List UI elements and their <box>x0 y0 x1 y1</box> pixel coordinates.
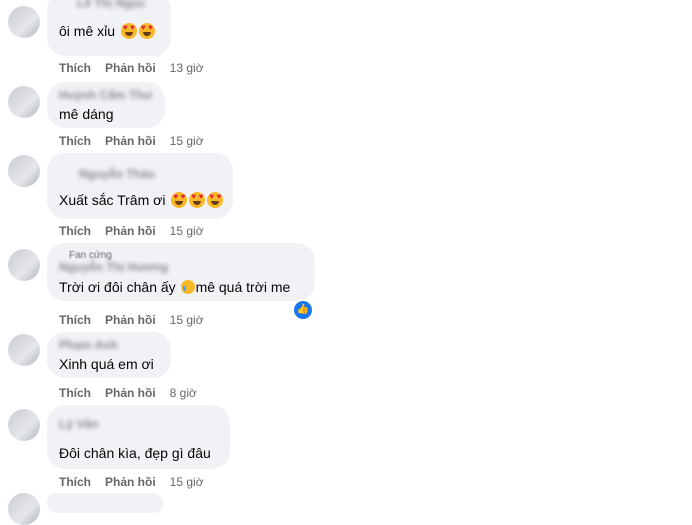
comment-text: Xuất sắc Trâm ơi <box>59 191 224 210</box>
heart-eyes-emoji-icon <box>207 192 224 208</box>
reply-action-link[interactable]: Phản hồi <box>105 224 156 238</box>
comment-bubble: Nguyễn Thảo Xuất sắc Trâm ơi <box>47 153 233 219</box>
comment-author[interactable]: Huỳnh Cẩm Thư <box>59 88 153 103</box>
avatar[interactable] <box>8 409 40 441</box>
comment-author[interactable]: Phạm Anh <box>59 338 159 353</box>
comment-timestamp[interactable]: 15 giờ <box>170 134 204 148</box>
reply-action-link[interactable]: Phản hồi <box>105 61 156 75</box>
comment-author[interactable]: Nguyễn Thị Hương <box>59 261 303 273</box>
comment-bubble: Fan cứng Nguyễn Thị Hương Trời ơi đôi ch… <box>47 243 315 301</box>
like-action-link[interactable]: Thích <box>59 313 91 327</box>
comment-text: Trời ơi đôi chân ấy mê quá trời me <box>59 278 303 297</box>
comment-author[interactable]: Lý Vân <box>59 417 218 432</box>
heart-eyes-emoji-icon <box>138 23 155 39</box>
comment-bubble: Lý Vân Đôi chân kìa, đẹp gì đâu <box>47 405 230 469</box>
avatar[interactable] <box>8 493 40 525</box>
comment-timestamp[interactable]: 15 giờ <box>170 224 204 238</box>
like-action-link[interactable]: Thích <box>59 224 91 238</box>
avatar[interactable] <box>8 86 40 118</box>
crying-emoji-icon <box>180 280 195 294</box>
comment-bubble: Huỳnh Cẩm Thư mê dáng <box>47 82 165 128</box>
comment-text-content: Trời ơi đôi chân ấy <box>59 279 180 295</box>
reply-action-link[interactable]: Phản hồi <box>105 313 156 327</box>
comment-bubble: Lê Thị Ngọc ôi mê xỉu <box>47 0 171 56</box>
avatar[interactable] <box>8 334 40 366</box>
like-icon[interactable]: 👍 <box>292 299 314 321</box>
comment-actions: Thích Phản hồi 8 giờ <box>59 386 197 400</box>
heart-eyes-emoji-icon <box>171 192 188 208</box>
comment-timestamp[interactable]: 15 giờ <box>170 475 204 489</box>
comment-timestamp[interactable]: 13 giờ <box>170 61 204 75</box>
heart-eyes-emoji-icon <box>120 23 137 39</box>
comment-author[interactable]: Lê Thị Ngọc <box>77 0 146 11</box>
comment-bubble: Phạm Anh Xinh quá em ơi <box>47 332 171 378</box>
avatar[interactable] <box>8 6 40 38</box>
comment-author[interactable]: Nguyễn Thảo <box>79 167 221 182</box>
comment-text-content: mê quá trời me <box>195 279 291 295</box>
comment-text: ôi mê xỉu <box>59 22 159 41</box>
comment-timestamp[interactable]: 15 giờ <box>170 313 204 327</box>
comment-text: Đôi chân kìa, đẹp gì đâu <box>59 445 211 461</box>
heart-eyes-emoji-icon <box>189 192 206 208</box>
reply-action-link[interactable]: Phản hồi <box>105 475 156 489</box>
comment-actions: Thích Phản hồi 15 giờ <box>59 224 204 238</box>
avatar[interactable] <box>8 249 40 281</box>
reply-action-link[interactable]: Phản hồi <box>105 386 156 400</box>
reply-action-link[interactable]: Phản hồi <box>105 134 156 148</box>
comment-actions: Thích Phản hồi 13 giờ <box>59 61 204 75</box>
comment-text-content: ôi mê xỉu <box>59 23 116 39</box>
comment-bubble <box>47 493 163 513</box>
avatar[interactable] <box>8 155 40 187</box>
like-action-link[interactable]: Thích <box>59 386 91 400</box>
comment-text-content: Xuất sắc Trâm ơi <box>59 192 166 208</box>
comment-actions: Thích Phản hồi 15 giờ <box>59 313 204 327</box>
comment-text: Xinh quá em ơi <box>59 356 154 372</box>
comment-actions: Thích Phản hồi 15 giờ <box>59 475 204 489</box>
comment-timestamp[interactable]: 8 giờ <box>170 386 197 400</box>
like-action-link[interactable]: Thích <box>59 61 91 75</box>
like-action-link[interactable]: Thích <box>59 475 91 489</box>
comment-text: mê dáng <box>59 106 114 122</box>
like-action-link[interactable]: Thích <box>59 134 91 148</box>
comment-actions: Thích Phản hồi 15 giờ <box>59 134 204 148</box>
